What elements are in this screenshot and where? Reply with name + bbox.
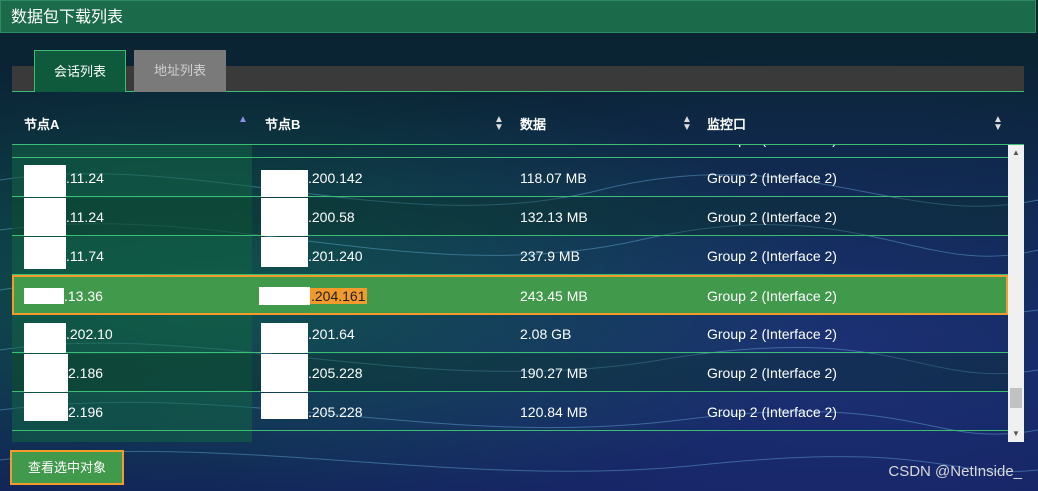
cell-node-b: .205.228 bbox=[308, 365, 363, 381]
cell-interface: Group 2 (Interface 2) bbox=[707, 365, 837, 381]
redaction-mask bbox=[261, 198, 308, 236]
sort-both-icon[interactable]: ▲ ▼ bbox=[682, 115, 692, 133]
cell-data: 118.07 MB bbox=[520, 170, 587, 186]
table-row[interactable]: .11.74 .201.240 237.9 MB Group 2 (Interf… bbox=[12, 237, 1008, 275]
cell-node-b: .201.240 bbox=[308, 248, 363, 264]
redaction-mask bbox=[261, 393, 308, 419]
tab-address-list[interactable]: 地址列表 bbox=[134, 50, 226, 92]
cell-data: 120.84 MB bbox=[520, 404, 588, 420]
table-header: 节点A ▲ 节点B ▲ ▼ 数据 ▲ ▼ 监控口 ▲ ▼ bbox=[12, 104, 1024, 145]
cell-node-b: .200.142 bbox=[308, 170, 363, 186]
cell-data: 237.9 MB bbox=[520, 248, 580, 264]
table-row-partial[interactable]: Group 2 (Interface 2) bbox=[12, 145, 1008, 158]
table-row[interactable]: .11.24 .200.142 118.07 MB Group 2 (Inter… bbox=[12, 159, 1008, 197]
cell-data: 132.13 MB bbox=[520, 209, 588, 225]
redaction-mask bbox=[261, 237, 308, 267]
cell-interface: Group 2 (Interface 2) bbox=[707, 170, 837, 186]
cell-data: 243.45 MB bbox=[520, 288, 588, 304]
table-row[interactable]: 2.186 .205.228 190.27 MB Group 2 (Interf… bbox=[12, 354, 1008, 392]
cell-interface: Group 2 (Interface 2) bbox=[707, 145, 837, 158]
redaction-mask bbox=[24, 288, 64, 304]
cell-interface: Group 2 (Interface 2) bbox=[707, 209, 837, 225]
cell-node-b: .200.58 bbox=[308, 209, 355, 225]
cell-node-a: .11.74 bbox=[66, 248, 104, 264]
redaction-mask bbox=[261, 323, 308, 353]
column-header-label: 节点A bbox=[24, 117, 60, 132]
redaction-mask bbox=[24, 354, 68, 392]
column-header-data[interactable]: 数据 bbox=[520, 104, 546, 144]
column-header-label: 数据 bbox=[520, 117, 547, 132]
redaction-mask bbox=[24, 165, 66, 197]
column-header-interface[interactable]: 监控口 bbox=[707, 104, 746, 144]
window-title: 数据包下载列表 bbox=[0, 0, 1036, 33]
redaction-mask bbox=[261, 354, 308, 392]
cell-interface: Group 2 (Interface 2) bbox=[707, 248, 837, 264]
cell-node-b: .205.228 bbox=[308, 404, 363, 420]
cell-node-a: .202.10 bbox=[66, 326, 113, 342]
cell-node-a: 2.186 bbox=[68, 365, 104, 381]
scrollbar-thumb[interactable] bbox=[1010, 388, 1022, 408]
cell-data: 190.27 MB bbox=[520, 365, 588, 381]
cell-interface: Group 2 (Interface 2) bbox=[707, 288, 837, 304]
column-header-node-a[interactable]: 节点A bbox=[24, 104, 59, 144]
sort-both-icon[interactable]: ▲ ▼ bbox=[993, 115, 1003, 133]
table-row[interactable]: 2.196 .205.228 120.84 MB Group 2 (Interf… bbox=[12, 393, 1008, 431]
tab-session-list[interactable]: 会话列表 bbox=[34, 50, 126, 92]
cell-data: 2.08 GB bbox=[520, 326, 572, 342]
watermark: CSDN @NetInside_ bbox=[888, 463, 1022, 480]
cell-interface: Group 2 (Interface 2) bbox=[707, 326, 837, 342]
redaction-mask bbox=[259, 287, 310, 305]
cell-interface: Group 2 (Interface 2) bbox=[707, 404, 837, 420]
cell-node-a: .11.24 bbox=[66, 209, 104, 225]
vertical-scrollbar[interactable]: ▲ ▼ bbox=[1008, 145, 1024, 442]
column-header-label: 节点B bbox=[265, 117, 301, 132]
redaction-mask bbox=[24, 323, 66, 353]
cell-node-b: .201.64 bbox=[308, 326, 355, 342]
cell-node-a: .13.36 bbox=[64, 288, 103, 304]
session-table-body: Group 2 (Interface 2) .11.24 .200.142 11… bbox=[12, 145, 1008, 442]
sort-both-icon[interactable]: ▲ ▼ bbox=[494, 115, 504, 133]
cell-node-a: 2.196 bbox=[68, 404, 104, 420]
view-selected-button[interactable]: 查看选中对象 bbox=[10, 450, 124, 485]
column-header-label: 监控口 bbox=[707, 117, 747, 132]
redaction-mask bbox=[24, 237, 66, 269]
table-row-selected[interactable]: .13.36 .204.161 243.45 MB Group 2 (Inter… bbox=[12, 275, 1008, 315]
table-row[interactable]: .11.24 .200.58 132.13 MB Group 2 (Interf… bbox=[12, 198, 1008, 236]
redaction-mask bbox=[24, 198, 66, 236]
cell-node-a: .11.24 bbox=[66, 170, 104, 186]
arrow-down-icon[interactable]: ▼ bbox=[1008, 426, 1024, 442]
redaction-mask bbox=[24, 393, 68, 421]
column-header-node-b[interactable]: 节点B bbox=[265, 104, 300, 144]
redaction-mask bbox=[261, 170, 308, 197]
arrow-up-icon[interactable]: ▲ bbox=[1008, 145, 1024, 161]
triangle-up-icon[interactable]: ▲ bbox=[238, 115, 248, 125]
cell-node-b: .204.161 bbox=[310, 288, 367, 304]
table-row[interactable]: .202.10 .201.64 2.08 GB Group 2 (Interfa… bbox=[12, 315, 1008, 353]
